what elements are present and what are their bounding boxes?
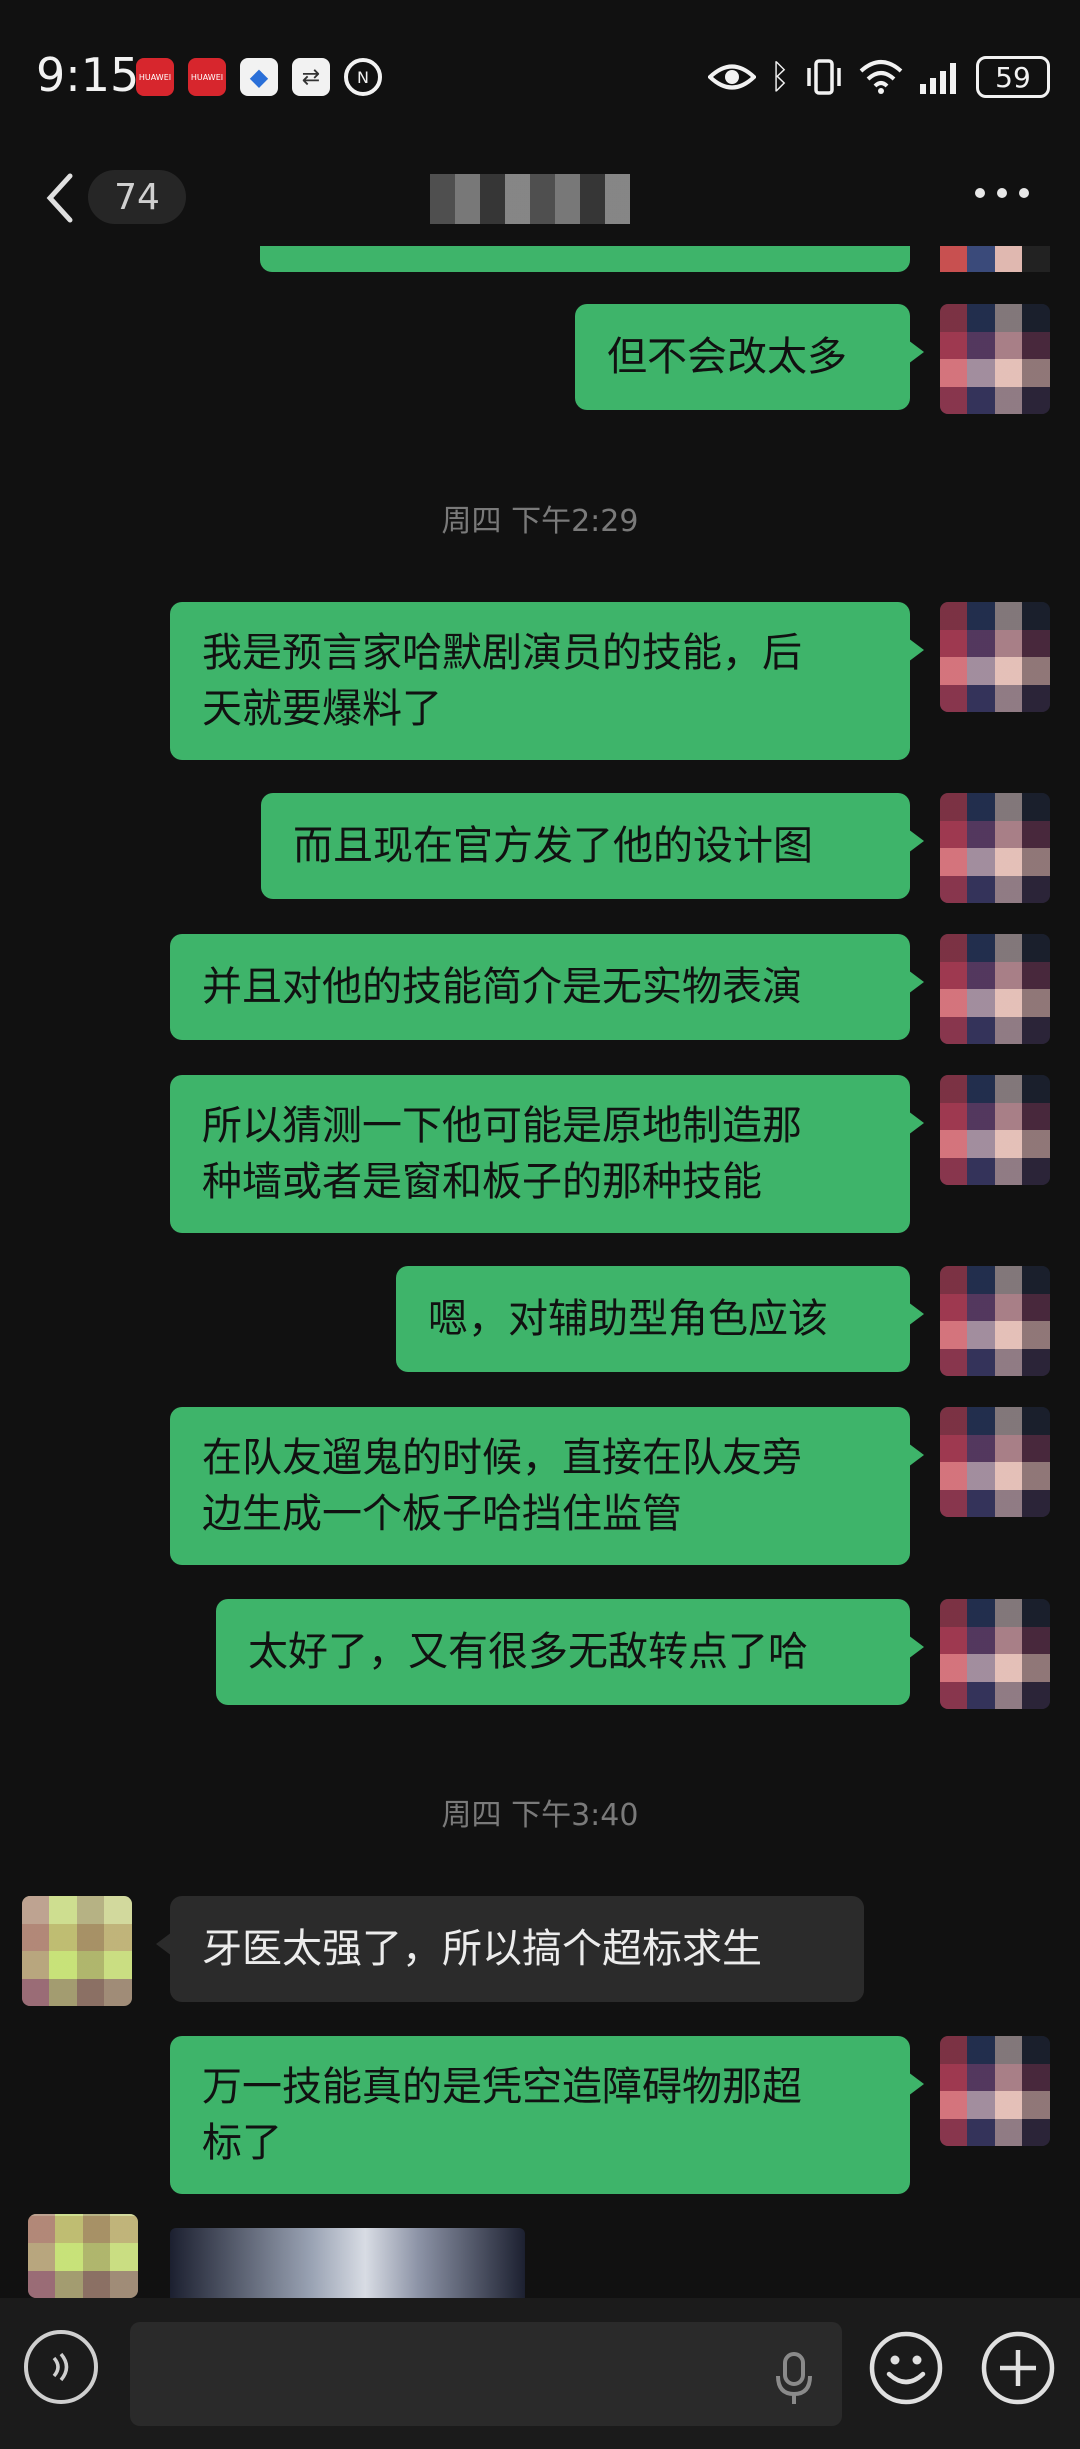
nfc-icon: N (344, 58, 382, 96)
system-icons: ᛒ 59 (707, 56, 1050, 98)
message-bubble-outgoing[interactable]: 在队友遛鬼的时候，直接在队友旁 边生成一个板子哈挡住监管 (170, 1407, 924, 1565)
message-text: 万一技能真的是凭空造障碍物那超 (202, 2064, 802, 2110)
message-text: 标了 (202, 2120, 282, 2166)
avatar-contact[interactable] (28, 2214, 138, 2298)
avatar-self[interactable] (940, 602, 1050, 712)
huawei-app-icon: HUAWEI (188, 58, 226, 96)
voice-input-button[interactable] (24, 2330, 98, 2404)
signal-icon (920, 63, 956, 94)
huawei-app-icon: HUAWEI (136, 58, 174, 96)
shield-app-icon: ◆ (240, 58, 278, 96)
emoji-icon[interactable] (868, 2330, 944, 2406)
chat-title-redacted (430, 174, 630, 224)
avatar-self[interactable] (940, 1075, 1050, 1185)
avatar-self[interactable] (940, 1266, 1050, 1376)
message-text: 种墙或者是窗和板子的那种技能 (202, 1159, 762, 1205)
eye-icon (707, 64, 756, 90)
back-icon[interactable] (40, 168, 80, 228)
message-bubble-outgoing[interactable]: 我是预言家哈默剧演员的技能，后 天就要爆料了 (170, 602, 924, 760)
message-text: 嗯，对辅助型角色应该 (428, 1296, 828, 1342)
status-time: 9:15 (36, 48, 140, 102)
message-bubble-outgoing[interactable]: 万一技能真的是凭空造障碍物那超 标了 (170, 2036, 924, 2194)
message-bubble-outgoing[interactable]: 太好了，又有很多无敌转点了哈 (216, 1599, 924, 1705)
bluetooth-icon: ᛒ (769, 57, 790, 97)
message-text: 边生成一个板子哈挡住监管 (202, 1491, 682, 1537)
microphone-icon[interactable] (772, 2350, 816, 2406)
message-text: 而且现在官方发了他的设计图 (293, 823, 813, 869)
voice-wave-icon (52, 2352, 69, 2382)
unread-count-badge[interactable]: 74 (88, 170, 186, 224)
avatar-self[interactable] (940, 1599, 1050, 1709)
message-bubble-outgoing[interactable]: 并且对他的技能简介是无实物表演 (170, 934, 924, 1040)
message-text: 但不会改太多 (607, 334, 847, 380)
message-bubble-outgoing[interactable]: 但不会改太多 (575, 304, 924, 410)
sync-app-icon: ⇄ (292, 58, 330, 96)
message-text: 我是预言家哈默剧演员的技能，后 (202, 630, 802, 676)
notification-icons: HUAWEI HUAWEI ◆ ⇄ N (136, 58, 382, 96)
battery-level: 59 (995, 60, 1031, 94)
message-bubble-partial (260, 246, 910, 272)
avatar-self[interactable] (940, 2036, 1050, 2146)
message-bubble-outgoing[interactable]: 嗯，对辅助型角色应该 (396, 1266, 924, 1372)
avatar-self[interactable] (940, 793, 1050, 903)
wifi-icon (859, 60, 903, 94)
message-text: 并且对他的技能简介是无实物表演 (202, 964, 802, 1010)
message-bubble-outgoing[interactable]: 而且现在官方发了他的设计图 (261, 793, 924, 899)
message-text: 在队友遛鬼的时候，直接在队友旁 (202, 1435, 802, 1481)
vibrate-icon (807, 59, 841, 95)
message-text: 天就要爆料了 (202, 686, 442, 732)
avatar-contact[interactable] (22, 1896, 132, 2006)
image-message-preview[interactable] (170, 2228, 525, 2298)
message-bubble-outgoing[interactable]: 所以猜测一下他可能是原地制造那 种墙或者是窗和板子的那种技能 (170, 1075, 924, 1233)
avatar-self[interactable] (940, 246, 1050, 272)
battery-icon: 59 (976, 56, 1050, 98)
avatar-self[interactable] (940, 304, 1050, 414)
avatar-self[interactable] (940, 934, 1050, 1044)
message-text: 牙医太强了，所以搞个超标求生 (202, 1926, 762, 1972)
message-text: 太好了，又有很多无敌转点了哈 (248, 1629, 808, 1675)
avatar-self[interactable] (940, 1407, 1050, 1517)
message-text: 所以猜测一下他可能是原地制造那 (202, 1103, 802, 1149)
status-bar: 9:15 HUAWEI HUAWEI ◆ ⇄ N ᛒ 59 (0, 0, 1080, 160)
chat-timestamp: 周四 下午2:29 (441, 504, 639, 539)
more-actions-plus-icon[interactable] (980, 2330, 1056, 2406)
message-input[interactable] (130, 2322, 842, 2426)
message-bubble-incoming[interactable]: 牙医太强了，所以搞个超标求生 (156, 1896, 864, 2002)
more-options-icon[interactable] (975, 188, 1035, 204)
chat-timestamp: 周四 下午3:40 (441, 1798, 639, 1833)
